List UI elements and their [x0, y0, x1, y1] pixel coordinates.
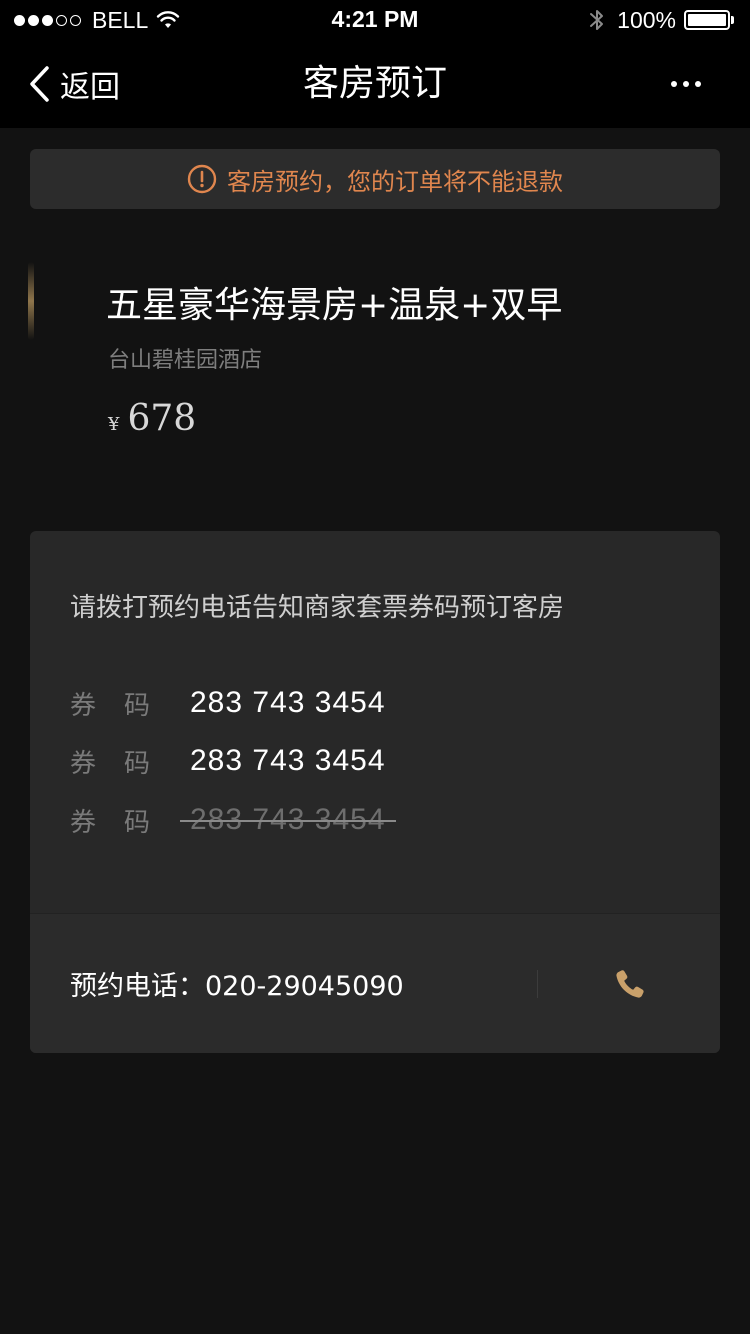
voucher-card: 请拨打预约电话告知商家套票券码预订客房 券码 283 743 3454 券码 2… [30, 531, 720, 1053]
battery-tip [731, 16, 734, 24]
voucher-label: 券码 [70, 807, 179, 838]
currency-symbol: ¥ [108, 414, 120, 435]
status-bar: BELL 4:21 PM 100% [0, 0, 750, 40]
chevron-left-icon [30, 66, 49, 102]
voucher-row-used: 券码 283 743 3454 [70, 800, 396, 840]
voucher-code: 283 743 3454 [190, 686, 386, 719]
more-options-button[interactable] [658, 72, 714, 96]
voucher-code: 283 743 3454 [190, 744, 386, 777]
voucher-label: 券码 [70, 690, 179, 721]
battery-icon [684, 10, 730, 30]
phone-icon [616, 970, 644, 998]
room-price: ¥ 678 [108, 398, 196, 439]
strikethrough-line [180, 820, 396, 822]
voucher-row: 券码 283 743 3454 [70, 683, 386, 723]
more-dot-icon [695, 81, 701, 87]
back-button[interactable]: 返回 [28, 60, 120, 108]
refund-notice: 客房预约，您的订单将不能退款 [30, 149, 720, 209]
back-label: 返回 [60, 70, 120, 105]
battery-percentage: 100% [617, 6, 676, 33]
voucher-row: 券码 283 743 3454 [70, 741, 386, 781]
voucher-label: 券码 [70, 748, 179, 779]
alert-circle-icon [187, 164, 217, 194]
voucher-instruction: 请拨打预约电话告知商家套票券码预订客房 [70, 593, 565, 623]
booking-phone: 预约电话：020-29045090 [70, 971, 404, 1002]
footer-divider [537, 970, 538, 998]
page-title: 客房预订 [302, 63, 447, 104]
more-dot-icon [671, 81, 677, 87]
bluetooth-icon [590, 10, 604, 30]
room-accent-bar [28, 262, 34, 340]
contact-footer: 预约电话：020-29045090 [30, 913, 720, 1053]
status-right: 100% [589, 6, 734, 34]
notice-text: 客房预约，您的订单将不能退款 [227, 167, 563, 196]
voucher-code-used: 283 743 3454 [180, 803, 396, 837]
price-amount: 678 [127, 398, 197, 439]
battery-fill [688, 14, 726, 26]
hotel-name: 台山碧桂园酒店 [108, 348, 263, 373]
navigation-bar: 返回 客房预订 [0, 40, 750, 128]
room-title: 五星豪华海景房+温泉+双早 [106, 285, 563, 326]
call-button[interactable] [608, 962, 652, 1006]
more-dot-icon [683, 81, 689, 87]
